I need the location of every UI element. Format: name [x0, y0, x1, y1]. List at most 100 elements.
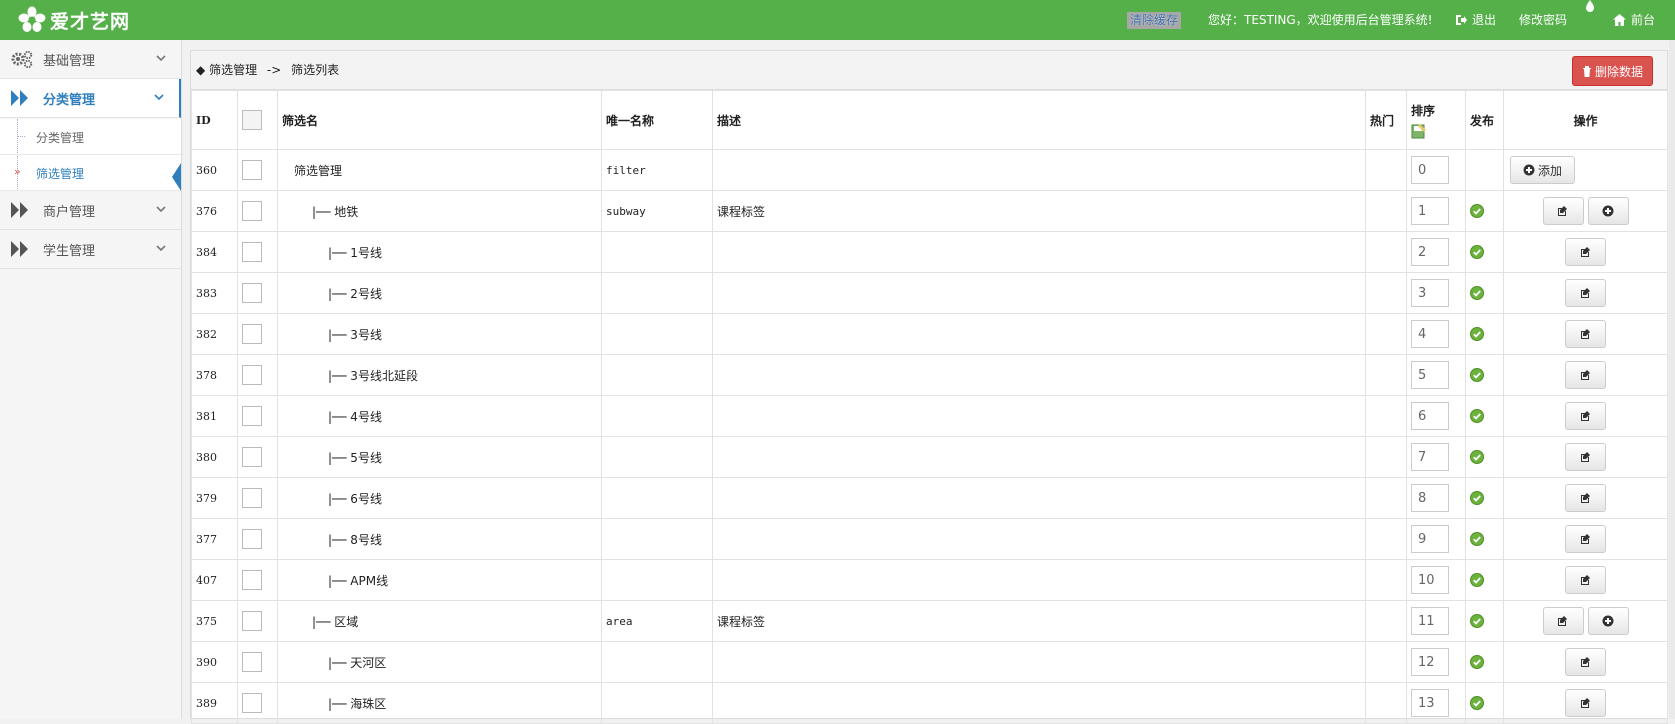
- check-circle-icon[interactable]: [1470, 696, 1484, 710]
- edit-button[interactable]: [1565, 525, 1606, 553]
- check-circle-icon[interactable]: [1470, 286, 1484, 300]
- sidebar-item-student[interactable]: 学生管理: [0, 230, 181, 269]
- select-all-checkbox[interactable]: [242, 110, 262, 130]
- cell-sort: [1406, 641, 1466, 683]
- cell-desc: [712, 354, 1366, 396]
- sort-input[interactable]: [1411, 361, 1449, 389]
- row-checkbox[interactable]: [242, 160, 262, 180]
- table-row: 376 |── 地铁 subway 课程标签: [191, 190, 1668, 232]
- edit-button[interactable]: [1565, 320, 1606, 348]
- sort-input[interactable]: [1411, 279, 1449, 307]
- sort-input[interactable]: [1411, 566, 1449, 594]
- cell-select: [237, 600, 278, 642]
- sort-input[interactable]: [1411, 402, 1449, 430]
- row-checkbox[interactable]: [242, 570, 262, 590]
- add-child-button[interactable]: [1587, 607, 1629, 635]
- logout-link[interactable]: 退出: [1455, 0, 1496, 40]
- sort-input[interactable]: [1411, 197, 1449, 225]
- row-checkbox[interactable]: [242, 201, 262, 221]
- add-label: 添加: [1538, 163, 1563, 178]
- row-checkbox[interactable]: [242, 529, 262, 549]
- edit-button[interactable]: [1565, 238, 1606, 266]
- check-circle-icon[interactable]: [1470, 327, 1484, 341]
- check-circle-icon[interactable]: [1470, 368, 1484, 382]
- row-checkbox[interactable]: [242, 365, 262, 385]
- edit-button[interactable]: [1565, 689, 1606, 717]
- sidebar-subitem-category[interactable]: 分类管理: [0, 119, 181, 155]
- sort-input[interactable]: [1411, 443, 1449, 471]
- row-checkbox[interactable]: [242, 283, 262, 303]
- breadcrumb-part1[interactable]: 筛选管理: [209, 63, 257, 77]
- sort-input[interactable]: [1411, 525, 1449, 553]
- sidebar-item-category[interactable]: 分类管理: [0, 79, 181, 118]
- row-checkbox[interactable]: [242, 447, 262, 467]
- sort-input[interactable]: [1411, 607, 1449, 635]
- edit-button[interactable]: [1542, 197, 1584, 225]
- edit-button[interactable]: [1565, 566, 1606, 594]
- sort-input[interactable]: [1411, 689, 1449, 717]
- sidebar-item-merchant[interactable]: 商户管理: [0, 191, 181, 230]
- cell-desc: [712, 395, 1366, 437]
- check-circle-icon[interactable]: [1470, 245, 1484, 259]
- cell-id: 376: [191, 190, 238, 232]
- check-circle-icon[interactable]: [1470, 450, 1484, 464]
- check-circle-icon[interactable]: [1470, 655, 1484, 669]
- chevron-down-icon: [156, 55, 166, 62]
- row-checkbox[interactable]: [242, 693, 262, 713]
- edit-button[interactable]: [1565, 443, 1606, 471]
- greeting-text: 您好：TESTING，欢迎使用后台管理系统!: [1208, 13, 1433, 27]
- frontend-link[interactable]: 前台: [1613, 0, 1655, 40]
- chevron-down-icon: [156, 206, 166, 213]
- col-header-id: ID: [191, 90, 238, 150]
- check-circle-icon[interactable]: [1470, 532, 1484, 546]
- sort-input[interactable]: [1411, 238, 1449, 266]
- edit-button[interactable]: [1565, 648, 1606, 676]
- cell-name: 筛选管理: [277, 149, 602, 191]
- cell-name: |── APM线: [277, 559, 602, 601]
- sort-input[interactable]: [1411, 320, 1449, 348]
- row-checkbox[interactable]: [242, 611, 262, 631]
- scrollbar[interactable]: [1669, 40, 1675, 719]
- row-checkbox[interactable]: [242, 652, 262, 672]
- cell-publish: [1465, 231, 1504, 273]
- cell-select: [237, 559, 278, 601]
- cell-publish: [1465, 641, 1504, 683]
- sidebar-item-basic[interactable]: 基础管理: [0, 40, 181, 79]
- check-circle-icon[interactable]: [1470, 573, 1484, 587]
- row-checkbox[interactable]: [242, 324, 262, 344]
- save-sort-icon[interactable]: [1411, 123, 1427, 139]
- row-checkbox[interactable]: [242, 488, 262, 508]
- change-password-link[interactable]: 修改密码: [1519, 0, 1567, 40]
- cell-publish: [1465, 559, 1504, 601]
- logo[interactable]: 爱才艺网: [18, 5, 130, 35]
- check-circle-icon[interactable]: [1470, 614, 1484, 628]
- table-row: 378 |── 3号线北延段: [191, 354, 1668, 396]
- check-circle-icon[interactable]: [1470, 204, 1484, 218]
- check-circle-icon[interactable]: [1470, 491, 1484, 505]
- sort-input[interactable]: [1411, 648, 1449, 676]
- table-row: 381 |── 4号线: [191, 395, 1668, 437]
- row-checkbox[interactable]: [242, 242, 262, 262]
- table-row: 377 |── 8号线: [191, 518, 1668, 560]
- edit-icon: [1580, 575, 1590, 585]
- edit-button[interactable]: [1542, 607, 1584, 635]
- delete-data-label: 删除数据: [1594, 64, 1643, 79]
- add-child-button[interactable]: [1587, 197, 1629, 225]
- delete-data-button[interactable]: 删除数据: [1571, 56, 1653, 86]
- edit-button[interactable]: [1565, 402, 1606, 430]
- table-row: 360 筛选管理 filter 添加: [191, 149, 1668, 191]
- edit-button[interactable]: [1565, 279, 1606, 307]
- check-circle-icon[interactable]: [1470, 409, 1484, 423]
- edit-button[interactable]: [1565, 484, 1606, 512]
- edit-button[interactable]: [1565, 361, 1606, 389]
- cell-desc: 课程标签: [712, 600, 1366, 642]
- theme-link[interactable]: [1585, 0, 1600, 12]
- row-checkbox[interactable]: [242, 406, 262, 426]
- cell-unique: [601, 477, 713, 519]
- add-child-button[interactable]: 添加: [1510, 156, 1576, 184]
- sidebar-subitem-filter[interactable]: » 筛选管理: [0, 155, 181, 191]
- sort-input[interactable]: [1411, 484, 1449, 512]
- clear-cache-button[interactable]: 清除缓存: [1127, 12, 1182, 29]
- sort-input[interactable]: [1411, 156, 1449, 184]
- chevron-down-icon: [156, 245, 166, 252]
